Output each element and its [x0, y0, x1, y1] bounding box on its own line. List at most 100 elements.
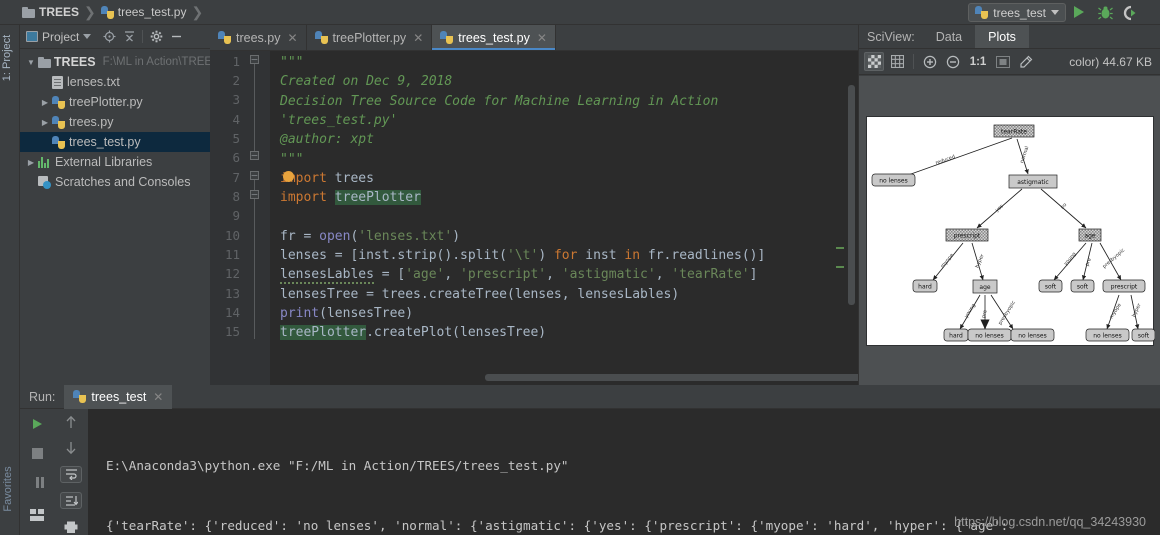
editor-gutter[interactable]: 1 2 3 4 5 6 7 8 9 10 11 12 13 14 15 ─ ─ …	[210, 51, 270, 385]
pause-icon[interactable]	[26, 472, 48, 492]
chevron-right-icon-extlibs[interactable]: ▶	[24, 158, 38, 167]
tree-row-lenses-txt[interactable]: lenses.txt	[20, 72, 210, 92]
decision-tree-plot[interactable]: reduced normal yes no myope hyper young …	[866, 115, 1155, 346]
hide-icon[interactable]	[166, 27, 186, 47]
fold-marker-docstring-end[interactable]: ─	[250, 151, 259, 160]
soft-wrap-icon[interactable]	[60, 465, 82, 483]
run-tab-bar: Run: trees_test ✕	[20, 384, 1160, 409]
sidebar-item-project-tab[interactable]: 1: Project	[1, 30, 19, 86]
fold-marker-imports-end[interactable]: ─	[250, 190, 259, 199]
breadcrumb-project[interactable]: TREES	[20, 0, 81, 25]
locate-icon[interactable]	[99, 27, 119, 47]
console-line-1: E:\Anaconda3\python.exe "F:/ML in Action…	[106, 458, 569, 473]
tree-label-trees: TREES	[53, 55, 96, 69]
line-number-1: 1	[232, 54, 240, 69]
python-file-icon	[100, 5, 114, 19]
line-number-14: 14	[224, 305, 240, 320]
node-label-hard-1: hard	[918, 283, 932, 290]
editor-tab-trees-test-py[interactable]: trees_test.py ✕	[432, 25, 556, 50]
chevron-right-icon-trees-py[interactable]: ▶	[38, 118, 52, 127]
python-file-icon-tab1	[218, 31, 231, 44]
tree-row-trees-py[interactable]: ▶ trees.py	[20, 112, 210, 132]
layout-icon[interactable]	[26, 505, 48, 525]
run-icon[interactable]	[1071, 4, 1088, 21]
project-panel-title[interactable]: Project	[26, 30, 92, 44]
node-label-tearRate: tearRate	[1001, 128, 1027, 135]
node-label-age-2: age	[979, 284, 990, 291]
tab-plots[interactable]: Plots	[975, 25, 1029, 48]
code-line-6: """	[280, 152, 304, 167]
zoom-out-icon[interactable]	[943, 52, 963, 71]
close-icon-runtab[interactable]: ✕	[153, 390, 163, 404]
sciview-label: SciView:	[867, 29, 915, 44]
debug-icon[interactable]	[1097, 4, 1114, 21]
sciview-tab-bar: SciView: Data Plots	[859, 25, 1160, 49]
fit-icon[interactable]	[993, 52, 1013, 71]
node-label-soft-1: soft	[1045, 283, 1057, 290]
run-tab-trees-test[interactable]: trees_test ✕	[64, 384, 173, 409]
run-configuration-selector[interactable]: trees_test	[968, 3, 1066, 22]
folder-icon	[22, 6, 35, 18]
python-file-icon-treeplotter	[52, 95, 65, 109]
color-picker-icon[interactable]	[1016, 52, 1036, 71]
run-side-col-right	[54, 409, 88, 535]
zoom-in-icon[interactable]	[920, 52, 940, 71]
scroll-to-end-icon[interactable]	[60, 491, 82, 510]
tree-row-scratches[interactable]: Scratches and Consoles	[20, 172, 210, 192]
node-label-prescript-2: prescript	[1111, 283, 1138, 290]
tree-row-external-libraries[interactable]: ▶ External Libraries	[20, 152, 210, 172]
tree-node-astigmatic: astigmatic	[1008, 174, 1058, 188]
close-icon-tab3[interactable]: ✕	[537, 31, 547, 45]
tab-data[interactable]: Data	[923, 25, 975, 48]
node-label-prescript-1: prescript	[954, 232, 981, 239]
tree-row-treeplotter[interactable]: ▶ treePlotter.py	[20, 92, 210, 112]
print-icon[interactable]	[60, 518, 82, 535]
rerun-icon[interactable]	[26, 414, 48, 434]
plot-viewport[interactable]: reduced normal yes no myope hyper young …	[859, 76, 1160, 385]
grid-icon[interactable]	[887, 52, 907, 71]
close-icon-tab1[interactable]: ✕	[287, 31, 297, 45]
project-tree: ▼ TREES F:\ML in Action\TREES lenses.txt…	[20, 49, 210, 192]
line-number-5: 5	[232, 131, 240, 146]
actual-size-icon[interactable]: 1:1	[966, 52, 990, 71]
editor-tab-trees-py[interactable]: trees.py ✕	[210, 25, 307, 50]
gutter-change-marker-2	[836, 266, 844, 268]
svg-text:pre: pre	[1084, 257, 1093, 267]
tree-row-trees[interactable]: ▼ TREES F:\ML in Action\TREES	[20, 52, 210, 72]
fold-marker-imports[interactable]: ─	[250, 171, 259, 180]
text-file-icon	[52, 75, 63, 89]
sidebar-item-favorites-tab[interactable]: Favorites	[2, 459, 20, 519]
python-file-icon-runtab	[73, 390, 87, 403]
sciview-panel: SciView: Data Plots 1:1 color) 44.67 KB …	[858, 25, 1160, 385]
svg-text:presbyopic: presbyopic	[997, 299, 1017, 326]
code-line-7: import trees	[280, 171, 374, 186]
collapse-all-icon[interactable]	[119, 27, 139, 47]
run-coverage-icon[interactable]	[1121, 4, 1138, 21]
close-icon-tab2[interactable]: ✕	[413, 31, 423, 45]
transparency-icon[interactable]	[864, 52, 884, 71]
editor-vertical-scrollbar[interactable]	[848, 85, 855, 305]
breadcrumb-file-label: trees_test.py	[117, 5, 187, 19]
editor-tab-label-1: trees.py	[236, 30, 281, 45]
chevron-down-icon-trees[interactable]: ▼	[24, 58, 38, 67]
breadcrumb-file[interactable]: trees_test.py	[99, 0, 189, 25]
gear-icon[interactable]	[146, 27, 166, 47]
editor-tab-treeplotter-py[interactable]: treePlotter.py ✕	[307, 25, 433, 50]
code-editor[interactable]: 1 2 3 4 5 6 7 8 9 10 11 12 13 14 15 ─ ─ …	[210, 51, 858, 385]
tree-row-trees-test-py[interactable]: trees_test.py	[20, 132, 210, 152]
intention-bulb-icon[interactable]	[283, 171, 294, 182]
tree-node-tearRate: tearRate	[993, 124, 1035, 137]
tree-edges	[896, 137, 1140, 329]
node-label-soft-3: soft	[1138, 332, 1150, 339]
scroll-up-icon[interactable]	[60, 414, 82, 431]
editor-horizontal-scrollbar[interactable]	[485, 374, 858, 381]
chevron-right-icon-treeplotter[interactable]: ▶	[38, 98, 52, 107]
fold-marker-docstring[interactable]: ─	[250, 55, 259, 64]
stop-icon[interactable]	[26, 443, 48, 463]
project-toolbar: Project	[20, 25, 210, 49]
chevron-right-icon: ❯	[84, 3, 96, 20]
scroll-down-icon[interactable]	[60, 440, 82, 457]
tree-node-no-lenses-b: no lenses	[967, 328, 1012, 341]
line-number-9: 9	[232, 208, 240, 223]
svg-text:myope: myope	[940, 252, 956, 269]
